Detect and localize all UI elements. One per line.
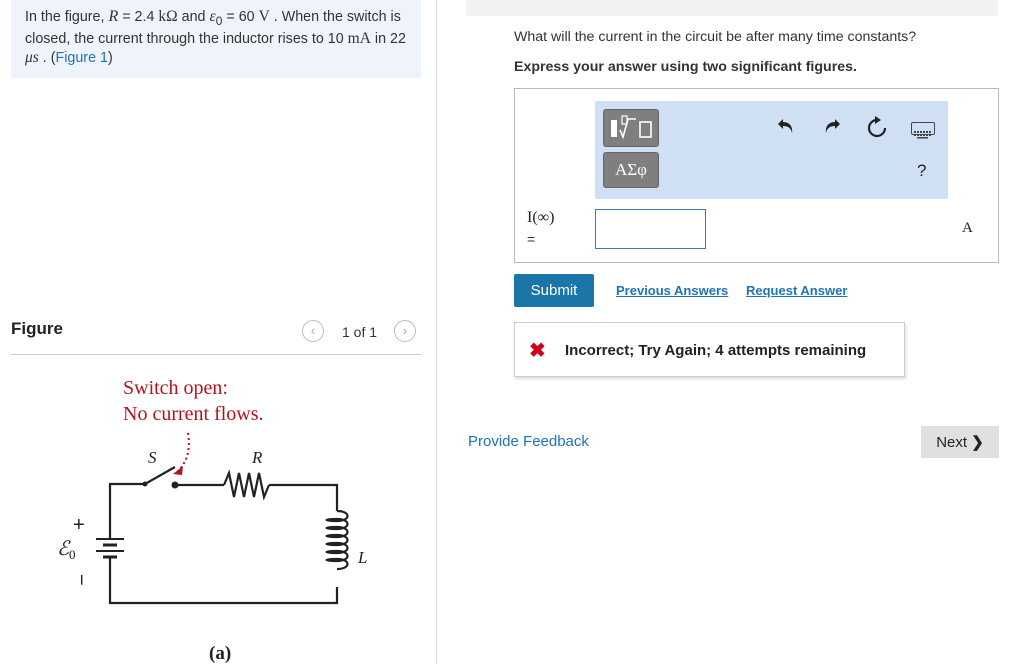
incorrect-icon: ✖: [529, 340, 546, 362]
resistance-symbol: R: [108, 8, 119, 25]
answer-variable-label: I(∞): [527, 209, 555, 226]
chevron-right-icon: ❯: [971, 434, 984, 451]
figure-title: Figure: [11, 319, 63, 338]
problem-text: = 2.4: [118, 9, 159, 25]
figure-count: 1 of 1: [342, 324, 378, 340]
circuit-note-line1: Switch open:: [123, 377, 228, 399]
keyboard-icon[interactable]: [911, 122, 935, 139]
answer-input[interactable]: [595, 209, 706, 249]
feedback-message: ✖ Incorrect; Try Again; 4 attempts remai…: [514, 322, 905, 377]
next-label: Next: [936, 434, 968, 451]
problem-text: and: [177, 9, 210, 25]
circuit-note-line2: No current flows.: [123, 403, 264, 425]
resistor: [222, 469, 271, 501]
voltage-unit: V: [258, 8, 270, 25]
templates-icon: [611, 115, 652, 140]
symbols-button[interactable]: ΑΣφ: [603, 152, 659, 188]
figure-next-button[interactable]: ›: [394, 320, 416, 342]
answer-instruction: Express your answer using two significan…: [514, 59, 857, 75]
wire-right-top: [269, 483, 339, 511]
previous-answers-link[interactable]: Previous Answers: [616, 283, 728, 298]
submit-button[interactable]: Submit: [514, 274, 594, 307]
next-button[interactable]: Next ❯: [921, 426, 999, 458]
resistor-label: R: [251, 448, 263, 467]
answer-area: ΑΣφ ? I(∞) = A: [514, 88, 999, 263]
wire-bottom: [108, 568, 339, 605]
battery-plus: +: [73, 514, 85, 536]
problem-statement: In the figure, R = 2.4 kΩ and ε0 = 60 V …: [11, 0, 421, 78]
problem-text: . (: [38, 49, 56, 66]
figure-header: Figure ‹ 1 of 1 ›: [11, 318, 421, 355]
resistance-unit: kΩ: [158, 8, 178, 25]
redo-icon[interactable]: [822, 116, 842, 142]
request-answer-link[interactable]: Request Answer: [746, 283, 847, 298]
circuit-diagram: Switch open: No current flows. S R + ℰ 0…: [57, 377, 367, 664]
templates-button[interactable]: [603, 109, 659, 147]
pointer-arrow: [177, 432, 190, 472]
switch-contact: [171, 481, 179, 489]
figure-link[interactable]: Figure 1: [56, 50, 108, 66]
feedback-text: Incorrect; Try Again; 4 attempts remaini…: [565, 342, 867, 359]
battery: [96, 530, 124, 568]
problem-text: In the figure,: [25, 9, 109, 25]
answer-equals-sign: =: [527, 231, 536, 247]
figure-prev-button[interactable]: ‹: [302, 320, 324, 342]
battery-minus: −: [70, 574, 92, 586]
provide-feedback-link[interactable]: Provide Feedback: [468, 433, 589, 450]
problem-text: = 60: [222, 9, 259, 25]
time-unit: μs: [25, 48, 39, 66]
question-text: What will the current in the circuit be …: [514, 29, 917, 45]
math-toolbar: ΑΣφ ?: [595, 101, 948, 199]
wire-left-top: [108, 466, 176, 530]
part-header-bar: [466, 0, 998, 16]
panel-divider: [436, 0, 437, 664]
figure-caption: (a): [209, 643, 231, 664]
problem-text: ): [107, 49, 113, 66]
inductor-coil: [325, 509, 349, 571]
undo-icon[interactable]: [776, 116, 796, 142]
help-icon[interactable]: ?: [917, 161, 926, 181]
reset-icon[interactable]: [866, 116, 888, 144]
chevron-right-icon: ›: [402, 323, 408, 338]
inductor-label: L: [357, 548, 367, 567]
switch-pivot: [142, 481, 148, 487]
problem-text: in 22: [370, 31, 406, 48]
answer-unit: A: [962, 220, 973, 236]
emf-subscript: 0: [69, 547, 76, 562]
switch-label: S: [148, 448, 157, 467]
current-unit: mA: [347, 30, 371, 48]
chevron-left-icon: ‹: [310, 323, 316, 338]
